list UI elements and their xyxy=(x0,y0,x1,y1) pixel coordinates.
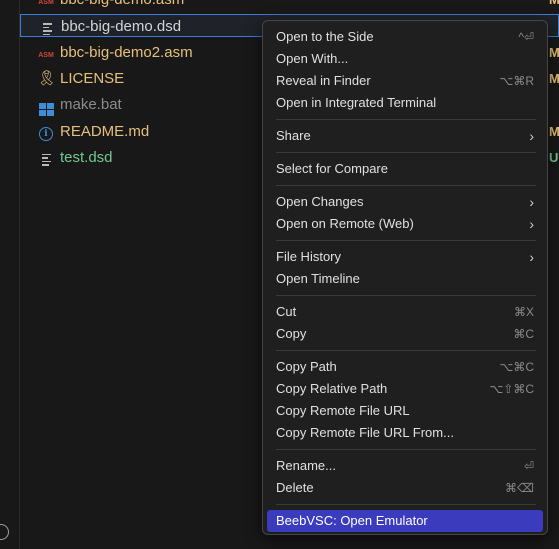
menu-separator xyxy=(276,185,536,186)
keyboard-shortcut: ⌘C xyxy=(513,327,534,341)
keyboard-shortcut: ⌥⇧⌘C xyxy=(489,382,534,396)
chevron-right-icon: › xyxy=(529,128,534,144)
menu-item-label: Rename... xyxy=(276,458,336,473)
windows-icon xyxy=(37,93,55,117)
menu-item-select-for-compare[interactable]: Select for Compare xyxy=(267,158,543,180)
file-name: README.md xyxy=(60,122,150,140)
menu-separator xyxy=(276,504,536,505)
menu-item-label: Copy Path xyxy=(276,359,337,374)
file-row[interactable]: ASM bbc-big-demo.asm M xyxy=(20,0,559,11)
keyboard-shortcut: ⌥⌘C xyxy=(499,360,535,374)
chevron-right-icon: › xyxy=(529,249,534,265)
info-icon: i xyxy=(37,120,55,143)
menu-item-label: Copy Remote File URL From... xyxy=(276,425,454,440)
keyboard-shortcut: ^⏎ xyxy=(518,30,534,44)
context-menu: Open to the Side ^⏎ Open With... Reveal in … xyxy=(262,20,548,535)
menu-item-label: Copy xyxy=(276,326,307,341)
menu-item-cut[interactable]: Cut ⌘X xyxy=(267,301,543,323)
git-status-badge: M xyxy=(549,44,559,60)
menu-item-label: Open on Remote (Web) xyxy=(276,216,414,231)
menu-separator xyxy=(276,240,536,241)
menu-item-open-changes[interactable]: Open Changes › xyxy=(267,191,543,213)
menu-item-open-to-the-side[interactable]: Open to the Side ^⏎ xyxy=(267,26,543,48)
menu-item-copy-path[interactable]: Copy Path ⌥⌘C xyxy=(267,356,543,378)
menu-separator xyxy=(276,152,536,153)
menu-item-reveal-in-finder[interactable]: Reveal in Finder ⌥⌘R xyxy=(267,70,543,92)
asm-icon: ASM xyxy=(38,0,54,6)
menu-item-open-timeline[interactable]: Open Timeline xyxy=(267,268,543,290)
menu-item-label: Open Changes xyxy=(276,194,364,209)
menu-item-open-on-remote-web[interactable]: Open on Remote (Web) › xyxy=(267,213,543,235)
file-name: bbc-big-demo2.asm xyxy=(60,43,193,61)
chevron-right-icon: › xyxy=(529,194,534,210)
keyboard-shortcut: ⏎ xyxy=(523,459,534,473)
menu-separator xyxy=(276,449,536,450)
file-name: LICENSE xyxy=(60,69,125,87)
menu-separator xyxy=(276,295,536,296)
menu-item-file-history[interactable]: File History › xyxy=(267,246,543,268)
menu-item-rename[interactable]: Rename... ⏎ xyxy=(267,455,543,477)
chevron-right-icon: › xyxy=(529,216,534,232)
file-name: make.bat xyxy=(60,96,122,114)
menu-item-label: Share xyxy=(276,128,311,143)
menu-item-beebvsc-open-emulator[interactable]: BeebVSC: Open Emulator xyxy=(267,510,543,532)
asm-icon: ASM xyxy=(38,51,54,59)
menu-item-label: Open Timeline xyxy=(276,271,360,286)
menu-item-label: Copy Remote File URL xyxy=(276,403,410,418)
menu-item-label: Open to the Side xyxy=(276,29,374,44)
menu-item-open-with[interactable]: Open With... xyxy=(267,48,543,70)
menu-separator xyxy=(276,350,536,351)
file-name: test.dsd xyxy=(60,148,113,166)
text-file-icon xyxy=(37,146,55,169)
menu-item-label: Copy Relative Path xyxy=(276,381,388,396)
git-status-badge: U xyxy=(549,149,559,165)
keyboard-shortcut: ⌘X xyxy=(513,305,534,319)
menu-item-copy[interactable]: Copy ⌘C xyxy=(267,323,543,345)
menu-item-label: File History xyxy=(276,249,342,264)
license-icon: 🎗 xyxy=(37,69,57,87)
git-status-badge: M xyxy=(549,70,559,86)
git-status-badge: M xyxy=(549,0,559,11)
menu-item-label: Delete xyxy=(276,480,314,495)
keyboard-shortcut: ⌥⌘R xyxy=(499,74,535,88)
menu-item-share[interactable]: Share › xyxy=(267,125,543,147)
file-name: bbc-big-demo.asm xyxy=(60,0,184,11)
menu-item-copy-remote-file-url-from[interactable]: Copy Remote File URL From... xyxy=(267,422,543,444)
activity-bar xyxy=(0,0,20,549)
keyboard-shortcut: ⌘⌫ xyxy=(505,481,534,495)
account-icon[interactable] xyxy=(0,524,9,540)
menu-item-open-in-integrated-terminal[interactable]: Open in Integrated Terminal xyxy=(267,92,543,114)
menu-item-label: Cut xyxy=(276,304,297,319)
git-status-badge: M xyxy=(549,123,559,139)
menu-item-label: BeebVSC: Open Emulator xyxy=(276,513,428,528)
menu-item-label: Select for Compare xyxy=(276,161,388,176)
menu-item-label: Reveal in Finder xyxy=(276,73,371,88)
menu-item-label: Open in Integrated Terminal xyxy=(276,95,437,110)
menu-item-label: Open With... xyxy=(276,51,349,66)
menu-separator xyxy=(276,119,536,120)
menu-item-copy-relative-path[interactable]: Copy Relative Path ⌥⇧⌘C xyxy=(267,378,543,400)
file-name: bbc-big-demo.dsd xyxy=(61,18,182,36)
text-file-icon xyxy=(38,15,56,38)
menu-item-delete[interactable]: Delete ⌘⌫ xyxy=(267,477,543,499)
menu-item-copy-remote-file-url[interactable]: Copy Remote File URL xyxy=(267,400,543,422)
